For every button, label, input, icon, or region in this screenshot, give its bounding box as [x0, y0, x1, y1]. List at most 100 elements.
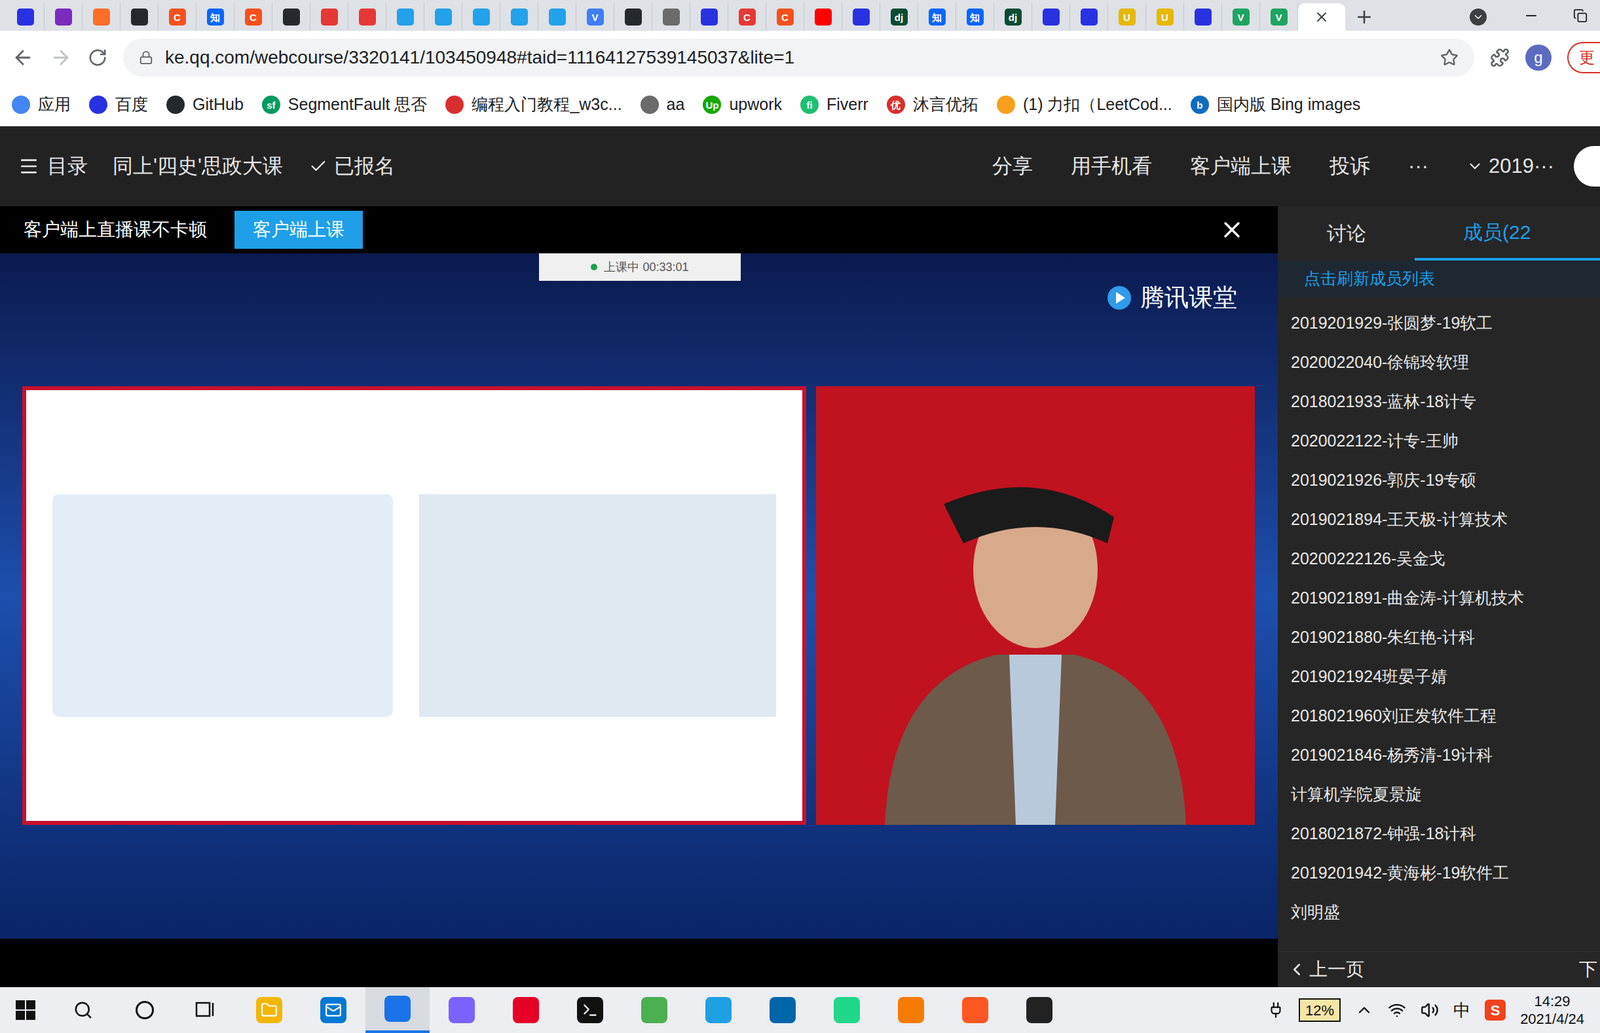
- browser-tab[interactable]: C: [728, 3, 767, 31]
- header-action[interactable]: 投诉: [1329, 151, 1371, 183]
- browser-tab[interactable]: [348, 3, 387, 31]
- panel-tab[interactable]: 成员(22: [1414, 206, 1600, 261]
- taskbar-app[interactable]: [365, 987, 430, 1033]
- member-row[interactable]: 2018021933-蓝林-18计专: [1277, 382, 1600, 422]
- member-row[interactable]: 2019201929-张圆梦-19软工: [1277, 303, 1600, 344]
- back-icon[interactable]: [11, 46, 35, 69]
- browser-tab[interactable]: U: [1146, 3, 1185, 31]
- member-row[interactable]: 计算机学院夏景旋: [1277, 775, 1600, 815]
- header-action[interactable]: ···: [1408, 151, 1429, 183]
- task-view-button[interactable]: [174, 987, 238, 1033]
- browser-tab[interactable]: V: [1260, 3, 1299, 31]
- next-page[interactable]: 下: [1579, 956, 1600, 984]
- member-row[interactable]: 2018021872-钟强-18计科: [1277, 814, 1600, 855]
- star-icon[interactable]: [1440, 48, 1459, 67]
- browser-tab[interactable]: V: [1222, 3, 1261, 31]
- live-status[interactable]: 上课中 00:33:01: [539, 253, 741, 281]
- member-row[interactable]: 2019021880-朱红艳-计科: [1277, 618, 1600, 658]
- browser-tab[interactable]: [538, 3, 577, 31]
- new-tab-button[interactable]: [1345, 3, 1384, 31]
- member-row[interactable]: 2018021960刘正发软件工程: [1277, 696, 1600, 737]
- browser-tab[interactable]: V: [576, 3, 615, 31]
- update-button[interactable]: 更: [1567, 41, 1600, 74]
- taskbar-app[interactable]: [686, 987, 751, 1033]
- cortana-button[interactable]: [115, 987, 175, 1033]
- browser-tab[interactable]: [6, 3, 45, 31]
- browser-tab[interactable]: 知: [196, 3, 235, 31]
- member-row[interactable]: 2019021894-王天极-计算技术: [1277, 500, 1600, 540]
- close-icon[interactable]: [1218, 216, 1246, 243]
- extensions-icon[interactable]: [1489, 47, 1510, 68]
- bookmark[interactable]: Upupwork: [702, 92, 782, 118]
- browser-tab[interactable]: [1070, 3, 1109, 31]
- taskbar-app[interactable]: [301, 987, 366, 1033]
- bookmark[interactable]: GitHub: [166, 92, 244, 118]
- clock[interactable]: 14:292021/4/24: [1520, 992, 1585, 1029]
- bookmark[interactable]: aa: [640, 92, 686, 118]
- battery-indicator[interactable]: 12%: [1298, 998, 1341, 1023]
- browser-tab[interactable]: [842, 3, 881, 31]
- browser-tab[interactable]: [310, 3, 349, 31]
- taskbar-app[interactable]: [429, 987, 494, 1033]
- wifi-icon[interactable]: [1387, 1001, 1407, 1020]
- member-row[interactable]: 2020022040-徐锦玲软理: [1277, 343, 1600, 383]
- bookmark[interactable]: 百度: [89, 92, 149, 118]
- address-bar[interactable]: ke.qq.com/webcourse/3320141/103450948#ta…: [123, 38, 1475, 77]
- member-row[interactable]: 2020022122-计专-王帅: [1277, 421, 1600, 462]
- browser-tab[interactable]: [462, 3, 501, 31]
- header-action[interactable]: 用手机看: [1070, 151, 1153, 183]
- prev-page[interactable]: 上一页: [1286, 956, 1365, 984]
- browser-tab[interactable]: [44, 3, 83, 31]
- browser-tab[interactable]: dj: [880, 3, 919, 31]
- panel-tab[interactable]: 讨论: [1277, 206, 1415, 261]
- restore-button[interactable]: [1560, 0, 1600, 31]
- bookmark[interactable]: (1) 力扣（LeetCod...: [996, 92, 1173, 118]
- reload-icon[interactable]: [87, 47, 108, 68]
- volume-icon[interactable]: [1420, 1001, 1439, 1020]
- member-row[interactable]: 2019021891-曲金涛-计算机技术: [1277, 578, 1600, 619]
- start-button[interactable]: [0, 987, 52, 1033]
- member-row[interactable]: 2019021924班晏子婧: [1277, 657, 1600, 697]
- bookmark[interactable]: 应用: [11, 92, 71, 118]
- bookmark[interactable]: b国内版 Bing images: [1190, 92, 1361, 118]
- bookmark[interactable]: fiFiverr: [800, 92, 869, 118]
- browser-tab[interactable]: [1032, 3, 1071, 31]
- browser-tab[interactable]: C: [234, 3, 273, 31]
- browser-tab[interactable]: 知: [918, 3, 957, 31]
- member-row[interactable]: 2019201942-黄海彬-19软件工: [1277, 854, 1600, 894]
- tray-expand-icon[interactable]: [1355, 1001, 1374, 1020]
- close-icon[interactable]: [1313, 9, 1330, 25]
- search-button[interactable]: [51, 987, 116, 1033]
- browser-tab[interactable]: C: [158, 3, 197, 31]
- minimize-button[interactable]: [1501, 0, 1561, 31]
- bookmark[interactable]: 优沐言优拓: [886, 92, 979, 118]
- taskbar-app[interactable]: [493, 987, 559, 1033]
- term-selector[interactable]: 2019···: [1466, 151, 1555, 183]
- video-player[interactable]: 上课中 00:33:01腾讯课堂: [0, 253, 1278, 940]
- catalog-button[interactable]: 目录: [18, 151, 88, 183]
- sogou-icon[interactable]: S: [1484, 1000, 1506, 1022]
- browser-tab[interactable]: dj: [994, 3, 1033, 31]
- avatar-icon[interactable]: [1573, 146, 1600, 187]
- header-action[interactable]: 分享: [992, 151, 1033, 183]
- taskbar-app[interactable]: [558, 987, 623, 1033]
- header-action[interactable]: 客户端上课: [1190, 151, 1292, 183]
- member-row[interactable]: 20200222126-吴金戈: [1277, 539, 1600, 579]
- browser-tab[interactable]: [82, 3, 121, 31]
- browser-tab[interactable]: [804, 3, 843, 31]
- taskbar-app[interactable]: [622, 987, 687, 1033]
- taskbar-app[interactable]: [943, 987, 1008, 1033]
- browser-tab[interactable]: 知: [956, 3, 995, 31]
- taskbar-app[interactable]: [814, 987, 879, 1033]
- tab-search-button[interactable]: [1454, 3, 1502, 31]
- member-row[interactable]: 刘明盛: [1277, 893, 1600, 933]
- ime-indicator[interactable]: 中: [1453, 998, 1471, 1024]
- member-row[interactable]: 2019021846-杨秀清-19计科: [1277, 736, 1600, 776]
- bookmark[interactable]: sfSegmentFault 思否: [261, 92, 428, 118]
- browser-tab[interactable]: [424, 3, 463, 31]
- browser-tab[interactable]: [272, 3, 311, 31]
- browser-tab[interactable]: U: [1108, 3, 1147, 31]
- browser-tab[interactable]: [500, 3, 539, 31]
- browser-tab[interactable]: [1184, 3, 1223, 31]
- taskbar-app[interactable]: [1007, 987, 1072, 1033]
